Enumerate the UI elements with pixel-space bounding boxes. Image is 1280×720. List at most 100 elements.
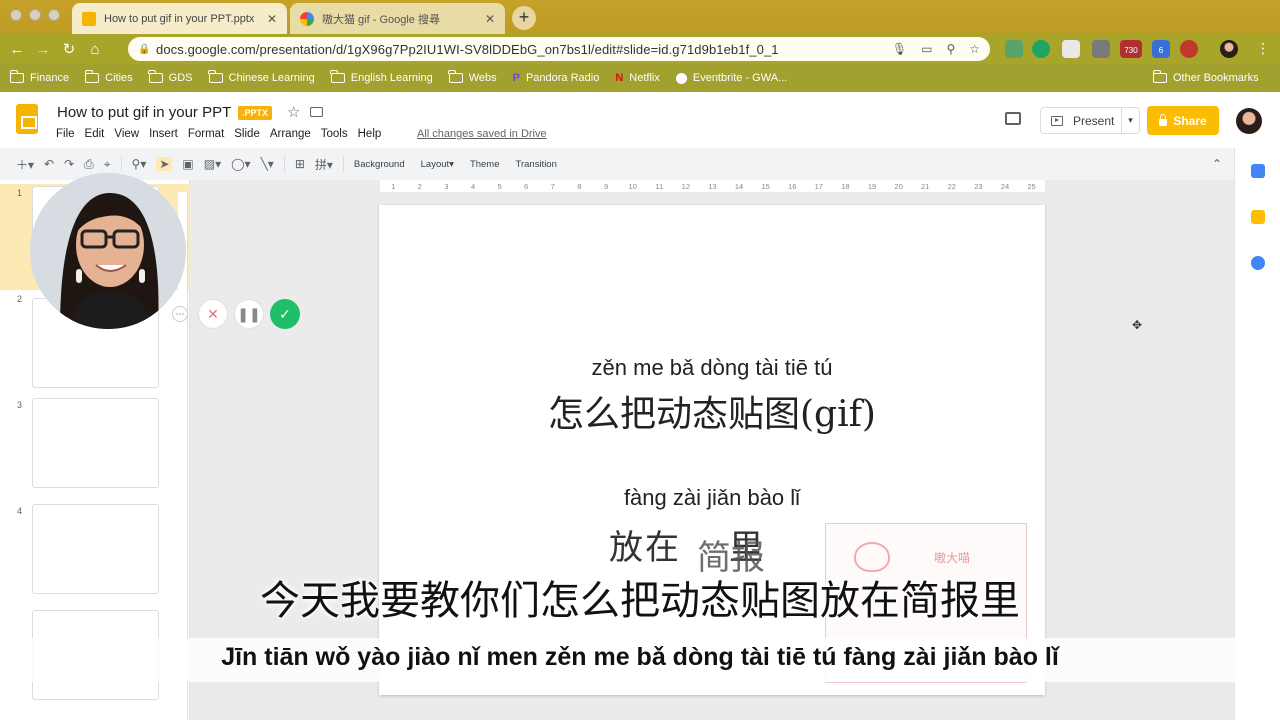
text-box-icon[interactable]: ▣ <box>182 157 193 171</box>
webcam-bubble[interactable] <box>30 173 186 329</box>
subtitle-chinese: 今天我要教你们怎么把动态贴图放在简报里 <box>260 578 1020 624</box>
background-button[interactable]: Background <box>354 159 405 170</box>
extension-badge-icon[interactable]: 6 <box>1152 40 1170 58</box>
new-tab-button[interactable]: + <box>512 6 536 30</box>
comment-add-icon[interactable]: ⊞ <box>295 157 305 171</box>
slide-pinyin-line-2[interactable]: fàng zài jiǎn bào lǐ <box>379 485 1045 511</box>
transition-button[interactable]: Transition <box>516 159 557 170</box>
slide-pinyin-line-1[interactable]: zěn me bǎ dòng tài tiē tú <box>379 355 1045 381</box>
menu-bar: File Edit View Insert Format Slide Arran… <box>56 128 391 140</box>
extension-icon[interactable] <box>1180 40 1198 58</box>
present-dropdown-icon[interactable]: ▾ <box>1121 108 1139 133</box>
browser-menu-icon[interactable]: ⋮ <box>1256 40 1270 57</box>
bookmarks-bar: Finance Cities GDS Chinese Learning Engl… <box>0 64 1280 92</box>
share-button[interactable]: Share <box>1147 106 1219 135</box>
move-folder-icon[interactable] <box>310 107 323 117</box>
slides-logo-icon[interactable] <box>16 104 38 134</box>
new-slide-icon[interactable]: ＋▾ <box>16 156 34 173</box>
extension-icon[interactable] <box>1092 40 1110 58</box>
tab-title: 嗷大猫 gif - Google 搜尋 <box>322 13 440 26</box>
shape-icon[interactable]: ◯▾ <box>231 157 250 171</box>
menu-edit[interactable]: Edit <box>85 128 105 140</box>
keep-icon[interactable] <box>1251 210 1265 224</box>
star-icon[interactable]: ☆ <box>287 103 300 121</box>
close-tab-icon[interactable]: ✕ <box>485 12 495 26</box>
menu-format[interactable]: Format <box>188 128 224 140</box>
maximize-window-button[interactable] <box>48 9 60 21</box>
slide-number: 3 <box>17 400 23 410</box>
bookmark-star-icon[interactable]: ☆ <box>969 42 980 56</box>
redo-icon[interactable]: ↷ <box>64 157 74 171</box>
close-tab-icon[interactable]: ✕ <box>267 12 277 26</box>
microphone-icon[interactable]: 🎙 <box>892 42 907 56</box>
zoom-icon[interactable]: ⚲ <box>946 42 955 56</box>
home-icon[interactable]: ⌂ <box>82 41 108 58</box>
slide-hanzi-line-1[interactable]: 怎么把动态贴图(gif) <box>379 385 1045 437</box>
profile-avatar[interactable] <box>1220 40 1238 58</box>
minimize-window-button[interactable] <box>29 9 41 21</box>
folder-icon <box>448 70 463 83</box>
print-icon[interactable]: ⎙ <box>84 157 94 172</box>
calendar-icon[interactable] <box>1251 164 1265 178</box>
menu-insert[interactable]: Insert <box>149 128 178 140</box>
layout-button[interactable]: Layout▾ <box>421 159 454 170</box>
slide-number: 2 <box>17 294 23 304</box>
more-options-icon[interactable]: ⋯ <box>172 306 188 322</box>
paint-format-icon[interactable]: ⌖ <box>104 157 111 172</box>
bookmark-netflix[interactable]: N Netflix <box>615 72 660 84</box>
tasks-icon[interactable] <box>1251 256 1265 270</box>
folder-icon <box>330 70 345 83</box>
address-bar[interactable]: 🔒 docs.google.com/presentation/d/1gX96g7… <box>128 37 990 61</box>
bookmark-gds[interactable]: GDS <box>148 70 193 84</box>
menu-arrange[interactable]: Arrange <box>270 128 311 140</box>
image-icon[interactable]: ▨▾ <box>204 157 221 171</box>
collapse-toolbar-icon[interactable]: ⌃ <box>1212 157 1222 171</box>
finish-recording-icon[interactable]: ✓ <box>270 299 300 329</box>
menu-help[interactable]: Help <box>358 128 382 140</box>
bookmark-webs[interactable]: Webs <box>448 70 497 84</box>
bookmark-english-learning[interactable]: English Learning <box>330 70 433 84</box>
browser-tab-search[interactable]: 嗷大猫 gif - Google 搜尋 ✕ <box>290 3 505 34</box>
bookmark-eventbrite[interactable]: Eventbrite - GWA... <box>675 72 787 84</box>
menu-tools[interactable]: Tools <box>321 128 348 140</box>
line-icon[interactable]: ╲▾ <box>261 157 274 171</box>
netflix-icon: N <box>615 72 624 84</box>
extension-icon[interactable] <box>1062 40 1080 58</box>
bookmark-chinese-learning[interactable]: Chinese Learning <box>208 70 315 84</box>
other-bookmarks[interactable]: Other Bookmarks <box>1152 70 1259 84</box>
present-button[interactable]: Present ▾ <box>1040 107 1140 134</box>
menu-file[interactable]: File <box>56 128 75 140</box>
document-title[interactable]: How to put gif in your PPT <box>57 104 231 121</box>
cast-icon[interactable]: ▭ <box>921 42 932 56</box>
bookmark-cities[interactable]: Cities <box>84 70 133 84</box>
comments-icon[interactable] <box>1005 112 1021 125</box>
folder-icon <box>208 70 223 83</box>
lock-icon <box>1159 114 1168 126</box>
editor-toolbar: ＋▾ ↶ ↷ ⎙ ⌖ ⚲▾ ➤ ▣ ▨▾ ◯▾ ╲▾ ⊞ 拼▾ Backgrou… <box>16 152 1232 176</box>
pinyin-icon[interactable]: 拼▾ <box>315 156 333 173</box>
forward-arrow-icon[interactable]: → <box>30 41 56 58</box>
extension-badge-icon[interactable]: 730 <box>1120 40 1142 58</box>
save-status[interactable]: All changes saved in Drive <box>417 128 547 140</box>
theme-button[interactable]: Theme <box>470 159 500 170</box>
account-avatar[interactable] <box>1236 108 1262 134</box>
pause-recording-icon[interactable]: ❚❚ <box>234 299 264 329</box>
bookmark-finance[interactable]: Finance <box>9 70 69 84</box>
reload-icon[interactable]: ↻ <box>56 40 82 58</box>
extension-icon[interactable] <box>1005 40 1023 58</box>
url-text[interactable]: docs.google.com/presentation/d/1gX96g7Pp… <box>156 42 878 57</box>
select-cursor-icon[interactable]: ➤ <box>156 157 173 171</box>
undo-icon[interactable]: ↶ <box>44 157 54 171</box>
grammarly-icon[interactable] <box>1032 40 1050 58</box>
browser-nav-bar: ← → ↻ ⌂ 🔒 docs.google.com/presentation/d… <box>0 34 1280 64</box>
bookmark-pandora[interactable]: P Pandora Radio <box>513 72 600 84</box>
slide-thumbnail[interactable] <box>32 398 159 488</box>
slides-favicon-icon <box>82 11 96 26</box>
cancel-recording-icon[interactable]: ✕ <box>198 299 228 329</box>
zoom-icon[interactable]: ⚲▾ <box>132 157 147 171</box>
menu-slide[interactable]: Slide <box>234 128 260 140</box>
back-arrow-icon[interactable]: ← <box>4 41 30 58</box>
menu-view[interactable]: View <box>114 128 139 140</box>
browser-tab-active[interactable]: How to put gif in your PPT.pptx ✕ <box>72 3 287 34</box>
close-window-button[interactable] <box>10 9 22 21</box>
